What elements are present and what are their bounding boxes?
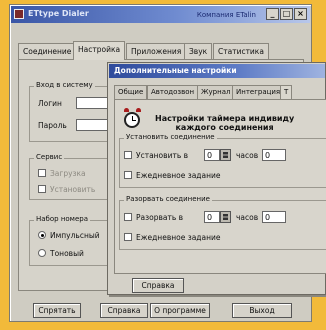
password-label: Пароль xyxy=(38,121,67,130)
close-button[interactable]: × xyxy=(294,8,307,20)
about-button[interactable]: О программе xyxy=(150,303,210,318)
connect-group: Установить соединение Установить в 0 час… xyxy=(119,133,326,188)
dialog-tab-autodial[interactable]: Автодозвон xyxy=(147,85,199,99)
dialog-tab-integration[interactable]: Интеграция xyxy=(232,85,285,99)
login-group: Вход в систему Логин Пароль xyxy=(29,81,120,142)
alarm-clock-icon xyxy=(124,112,140,128)
alarm-bell-left xyxy=(124,108,129,112)
tone-radio[interactable] xyxy=(38,249,46,257)
service-group-title: Сервис xyxy=(34,153,65,161)
brand-link[interactable]: Компания ETalin xyxy=(197,11,256,19)
disconnect-group-title: Разорвать соединение xyxy=(124,195,212,203)
hide-button[interactable]: Спрятать xyxy=(33,303,81,318)
dial-group: Набор номера Импульсный Тоновый xyxy=(29,215,119,266)
window-title: ETtype Dialer xyxy=(28,9,89,18)
service-option-1: Загрузка xyxy=(50,169,86,178)
service-option-2: Установить xyxy=(50,185,96,194)
login-group-title: Вход в систему xyxy=(34,81,95,89)
connect-minutes-input[interactable]: 0 xyxy=(262,149,286,161)
dialog-tab-general[interactable]: Общие xyxy=(114,85,148,99)
service-checkbox-1[interactable] xyxy=(38,169,46,177)
timer-heading: Настройки таймера индивиду каждого соеди… xyxy=(155,114,294,132)
additional-settings-dialog: Дополнительные настройки Общие Автодозво… xyxy=(107,62,326,295)
tone-label: Тоновый xyxy=(50,249,84,258)
connect-hours-input[interactable]: 0 xyxy=(204,149,220,161)
connect-hours-unit: часов xyxy=(236,151,259,160)
dial-group-title: Набор номера xyxy=(34,215,91,223)
connect-daily-checkbox[interactable] xyxy=(124,171,132,179)
tab-connection[interactable]: Соединение xyxy=(18,43,77,59)
service-checkbox-2[interactable] xyxy=(38,185,46,193)
maximize-button[interactable]: □ xyxy=(280,8,293,20)
timer-heading-line1: Настройки таймера индивиду xyxy=(155,114,295,123)
pulse-radio[interactable] xyxy=(38,231,46,239)
disconnect-checkbox[interactable] xyxy=(124,213,132,221)
disconnect-group: Разорвать соединение Разорвать в 0 часов… xyxy=(119,195,326,250)
timer-heading-line2: каждого соединения xyxy=(175,123,274,132)
connect-daily-label: Ежедневное задание xyxy=(136,171,221,180)
service-group: Сервис Загрузка Установить xyxy=(29,153,119,200)
connect-group-title: Установить соединение xyxy=(124,133,217,141)
dialog-tab-log[interactable]: Журнал xyxy=(197,85,235,99)
connect-label: Установить в xyxy=(136,151,189,160)
disconnect-daily-checkbox[interactable] xyxy=(124,233,132,241)
tab-statistics[interactable]: Статистика xyxy=(213,43,269,59)
app-icon xyxy=(14,9,24,19)
disconnect-minutes-input[interactable]: 0 xyxy=(262,211,286,223)
connect-hours-spinner[interactable] xyxy=(220,149,231,161)
disconnect-hours-input[interactable]: 0 xyxy=(204,211,220,223)
timer-panel: Настройки таймера индивиду каждого соеди… xyxy=(114,99,326,274)
dialog-help-button[interactable]: Справка xyxy=(132,278,184,293)
dialog-tab-timer[interactable]: Т xyxy=(280,85,293,99)
tab-applications[interactable]: Приложения xyxy=(126,43,187,59)
disconnect-daily-label: Ежедневное задание xyxy=(136,233,221,242)
minimize-button[interactable]: _ xyxy=(266,8,279,20)
disconnect-hours-unit: часов xyxy=(236,213,259,222)
connect-checkbox[interactable] xyxy=(124,151,132,159)
tab-settings[interactable]: Настройка xyxy=(73,41,126,60)
tab-sound[interactable]: Звук xyxy=(184,43,213,59)
disconnect-label: Разорвать в xyxy=(136,213,184,222)
dialog-title[interactable]: Дополнительные настройки xyxy=(109,64,325,78)
login-label: Логин xyxy=(38,99,62,108)
exit-button[interactable]: Выход xyxy=(232,303,292,318)
title-bar[interactable]: ETtype Dialer Компания ETalin _ □ × xyxy=(11,6,310,23)
help-button[interactable]: Справка xyxy=(100,303,148,318)
disconnect-hours-spinner[interactable] xyxy=(220,211,231,223)
pulse-label: Импульсный xyxy=(50,231,100,240)
alarm-bell-right xyxy=(136,108,141,112)
